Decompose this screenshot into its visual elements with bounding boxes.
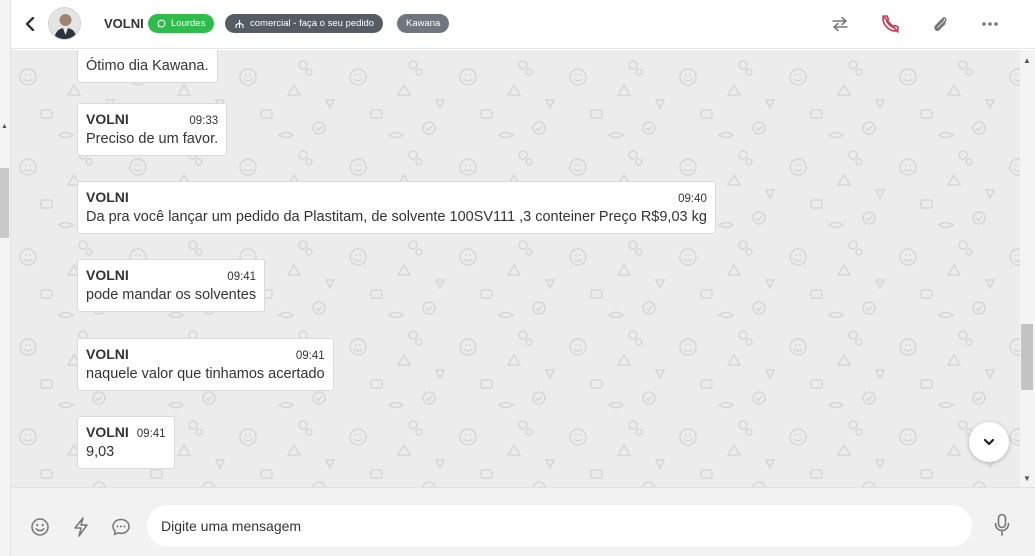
- message-sender: VOLNI: [86, 189, 129, 205]
- message-bubble[interactable]: VOLNI 09:40 Da pra você lançar um pedido…: [77, 181, 716, 234]
- whatsapp-connection-tag: Lourdes: [148, 14, 215, 33]
- back-button[interactable]: [20, 13, 40, 35]
- message-text: pode mandar os solventes: [86, 287, 257, 303]
- smiley-icon: [31, 518, 49, 536]
- whatsapp-icon: [157, 19, 166, 28]
- chevron-down-icon: [983, 438, 995, 446]
- scroll-up-arrow-icon[interactable]: ▲: [1023, 56, 1031, 65]
- scroll-up-arrow-icon[interactable]: ▲: [1, 123, 8, 130]
- user-tag-label: Kawana: [406, 18, 441, 29]
- contact-name[interactable]: VOLNI: [104, 16, 144, 31]
- attach-button[interactable]: [928, 12, 952, 36]
- message-time: 09:41: [227, 271, 257, 283]
- message-text: Ótimo dia Kawana.: [86, 58, 209, 74]
- message-text: Da pra você lançar um pedido da Plastita…: [86, 209, 707, 225]
- left-scroll-thumb[interactable]: [0, 168, 9, 238]
- queue-branch-icon: [235, 19, 244, 28]
- message-text: 9,03: [86, 444, 115, 460]
- message-sender: VOLNI: [86, 346, 129, 362]
- message-sender: VOLNI: [86, 424, 129, 440]
- microphone-icon: [994, 513, 1010, 536]
- chevron-left-icon: [25, 17, 35, 31]
- chat-header: VOLNI Lourdes comercial - faça o seu ped…: [11, 0, 1035, 49]
- whatsapp-tag-label: Lourdes: [171, 18, 206, 29]
- message-bubble[interactable]: VOLNI 09:41 naquele valor que tinhamos a…: [77, 338, 334, 391]
- user-tag: Kawana: [397, 14, 450, 33]
- scroll-to-bottom-button[interactable]: [969, 422, 1009, 462]
- message-text: Preciso de um favor.: [86, 131, 219, 147]
- message-time: 09:33: [189, 115, 219, 127]
- message-bubble[interactable]: VOLNI 09:33 Preciso de um favor.: [77, 103, 228, 156]
- chat-scroll-thumb[interactable]: [1021, 324, 1033, 390]
- contact-avatar[interactable]: [48, 7, 81, 40]
- message-bubble[interactable]: Ótimo dia Kawana.: [77, 50, 218, 83]
- message-bubble[interactable]: VOLNI 09:41 pode mandar os solventes: [77, 259, 266, 312]
- transfer-arrows-icon: [832, 16, 848, 32]
- message-list[interactable]: Ótimo dia Kawana. VOLNI 09:33 Preciso de…: [11, 50, 1020, 487]
- message-time: 09:40: [678, 193, 707, 205]
- chat-scrollbar[interactable]: ▲ ▼: [1020, 50, 1035, 487]
- queue-tag: comercial - faça o seu pedido: [225, 14, 384, 33]
- scroll-down-arrow-icon[interactable]: ▼: [1023, 474, 1031, 483]
- flash-icon: [74, 517, 88, 537]
- transfer-button[interactable]: [828, 12, 852, 36]
- message-time: 09:41: [295, 350, 325, 362]
- close-ticket-button[interactable]: [878, 12, 902, 36]
- chat-bubble-icon: [112, 518, 130, 536]
- emoji-button[interactable]: [29, 516, 51, 538]
- message-input[interactable]: [147, 505, 972, 547]
- message-sender: VOLNI: [86, 111, 129, 127]
- message-text: naquele valor que tinhamos acertado: [86, 366, 325, 382]
- queue-tag-label: comercial - faça o seu pedido: [250, 18, 375, 29]
- phone-hangup-icon: [882, 15, 899, 33]
- message-time: 09:41: [136, 428, 166, 440]
- left-panel-scrollbar[interactable]: ▲: [0, 0, 11, 556]
- message-composer: [11, 487, 1035, 556]
- message-bubble[interactable]: VOLNI 09:41 9,03: [77, 416, 175, 469]
- paperclip-icon: [934, 17, 947, 31]
- message-sender: VOLNI: [86, 267, 129, 283]
- more-dots-icon: [982, 22, 998, 26]
- chat-options-button[interactable]: [110, 516, 132, 538]
- avatar-image: [49, 8, 80, 39]
- quick-reply-button[interactable]: [70, 516, 92, 538]
- record-audio-button[interactable]: [991, 513, 1013, 536]
- more-options-button[interactable]: [978, 12, 1002, 36]
